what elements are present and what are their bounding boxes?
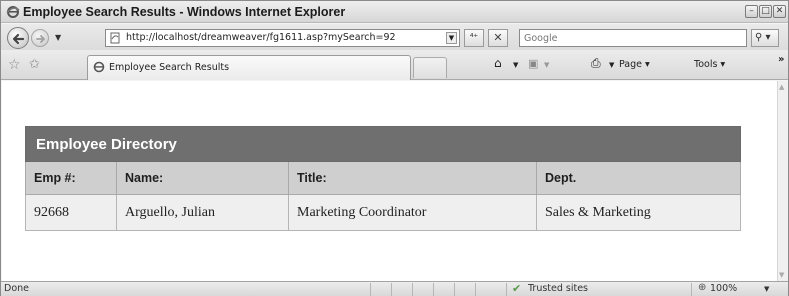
print-dropdown-icon[interactable]: ▼ (609, 61, 614, 69)
zoom-level[interactable]: 100% (710, 283, 737, 294)
refresh-button[interactable]: ⁴⁺ (464, 29, 484, 47)
page-menu[interactable]: Page ▾ (619, 59, 650, 70)
cell-title: Marketing Coordinator (288, 194, 537, 231)
more-commands-icon[interactable]: » (778, 54, 784, 65)
search-input[interactable] (520, 30, 740, 46)
forward-arrow-icon (36, 35, 45, 43)
trusted-sites-check-icon: ✔ (512, 282, 522, 295)
address-bar[interactable]: http://localhost/dreamweaver/fg1611.asp?… (105, 29, 460, 47)
zoom-icon[interactable]: ⊕ (698, 282, 706, 293)
maximize-button[interactable]: □ (759, 5, 772, 18)
status-divider (433, 283, 434, 296)
search-button[interactable]: ⚲ ▾ (751, 29, 779, 47)
feeds-icon[interactable]: ▣ (528, 57, 538, 70)
column-header-name: Name: (116, 161, 289, 195)
forward-button[interactable] (31, 29, 49, 47)
title-bar: Employee Search Results - Windows Intern… (1, 1, 788, 23)
security-zone[interactable]: Trusted sites (528, 283, 588, 294)
zoom-dropdown-icon[interactable]: ▼ (764, 285, 769, 293)
tab-label: Employee Search Results (109, 62, 230, 73)
status-text: Done (4, 283, 29, 294)
back-arrow-icon (12, 33, 25, 45)
tab-employee-search-results[interactable]: Employee Search Results (87, 55, 411, 80)
vertical-scrollbar[interactable]: ▲ ▼ (777, 81, 788, 281)
page-icon (110, 32, 120, 44)
tools-menu[interactable]: Tools ▾ (694, 59, 725, 70)
cell-name: Arguello, Julian (116, 194, 289, 231)
status-divider (506, 283, 507, 296)
status-divider (691, 283, 692, 296)
address-toolbar: ▼ http://localhost/dreamweaver/fg1611.as… (1, 24, 788, 50)
ie-logo-icon (6, 6, 20, 18)
recent-pages-dropdown[interactable]: ▼ (55, 33, 61, 42)
close-button[interactable]: ✕ (773, 5, 786, 18)
status-bar: Done ✔ Trusted sites ⊕ 100% ▼ (1, 281, 788, 296)
cell-emp-no: 92668 (25, 194, 117, 231)
address-dropdown-button[interactable]: ▼ (446, 32, 457, 44)
status-divider (370, 283, 371, 296)
column-header-emp-no: Emp #: (25, 161, 117, 195)
minimize-button[interactable]: – (745, 5, 758, 18)
browser-window: Employee Search Results - Windows Intern… (0, 0, 789, 296)
scroll-up-icon[interactable]: ▲ (779, 83, 784, 91)
add-favorites-icon[interactable]: ✩ (29, 57, 40, 72)
new-tab-button[interactable] (413, 57, 447, 78)
feeds-dropdown-icon[interactable]: ▼ (544, 61, 549, 69)
window-title: Employee Search Results - Windows Intern… (23, 5, 346, 19)
favorites-star-icon[interactable]: ☆ (8, 57, 21, 73)
print-icon[interactable]: ⎙ (591, 56, 601, 71)
column-header-dept: Dept. (536, 161, 741, 195)
status-divider (391, 283, 392, 296)
home-icon[interactable]: ⌂ (494, 56, 502, 70)
status-divider (475, 283, 476, 296)
employee-table: Employee Directory Emp #: Name: Title: D… (25, 126, 741, 231)
home-dropdown-icon[interactable]: ▼ (513, 61, 518, 69)
back-button[interactable] (7, 27, 29, 49)
status-divider (454, 283, 455, 296)
tab-bar: ☆ ✩ Employee Search Results ⌂ ▼ ▣ ▼ ⎙ ▼ … (1, 50, 788, 80)
table-caption: Employee Directory (25, 126, 741, 162)
cell-dept: Sales & Marketing (536, 194, 741, 231)
status-divider (412, 283, 413, 296)
stop-button[interactable]: ✕ (488, 29, 508, 47)
search-box[interactable] (519, 29, 747, 47)
column-header-title: Title: (288, 161, 537, 195)
page-content: Employee Directory Emp #: Name: Title: D… (2, 81, 777, 281)
scroll-down-icon[interactable]: ▼ (779, 271, 784, 279)
table-header-row: Emp #: Name: Title: Dept. (25, 161, 741, 195)
table-row: 92668 Arguello, Julian Marketing Coordin… (25, 194, 741, 231)
page-icon (93, 61, 105, 73)
url-text[interactable]: http://localhost/dreamweaver/fg1611.asp?… (126, 32, 406, 43)
